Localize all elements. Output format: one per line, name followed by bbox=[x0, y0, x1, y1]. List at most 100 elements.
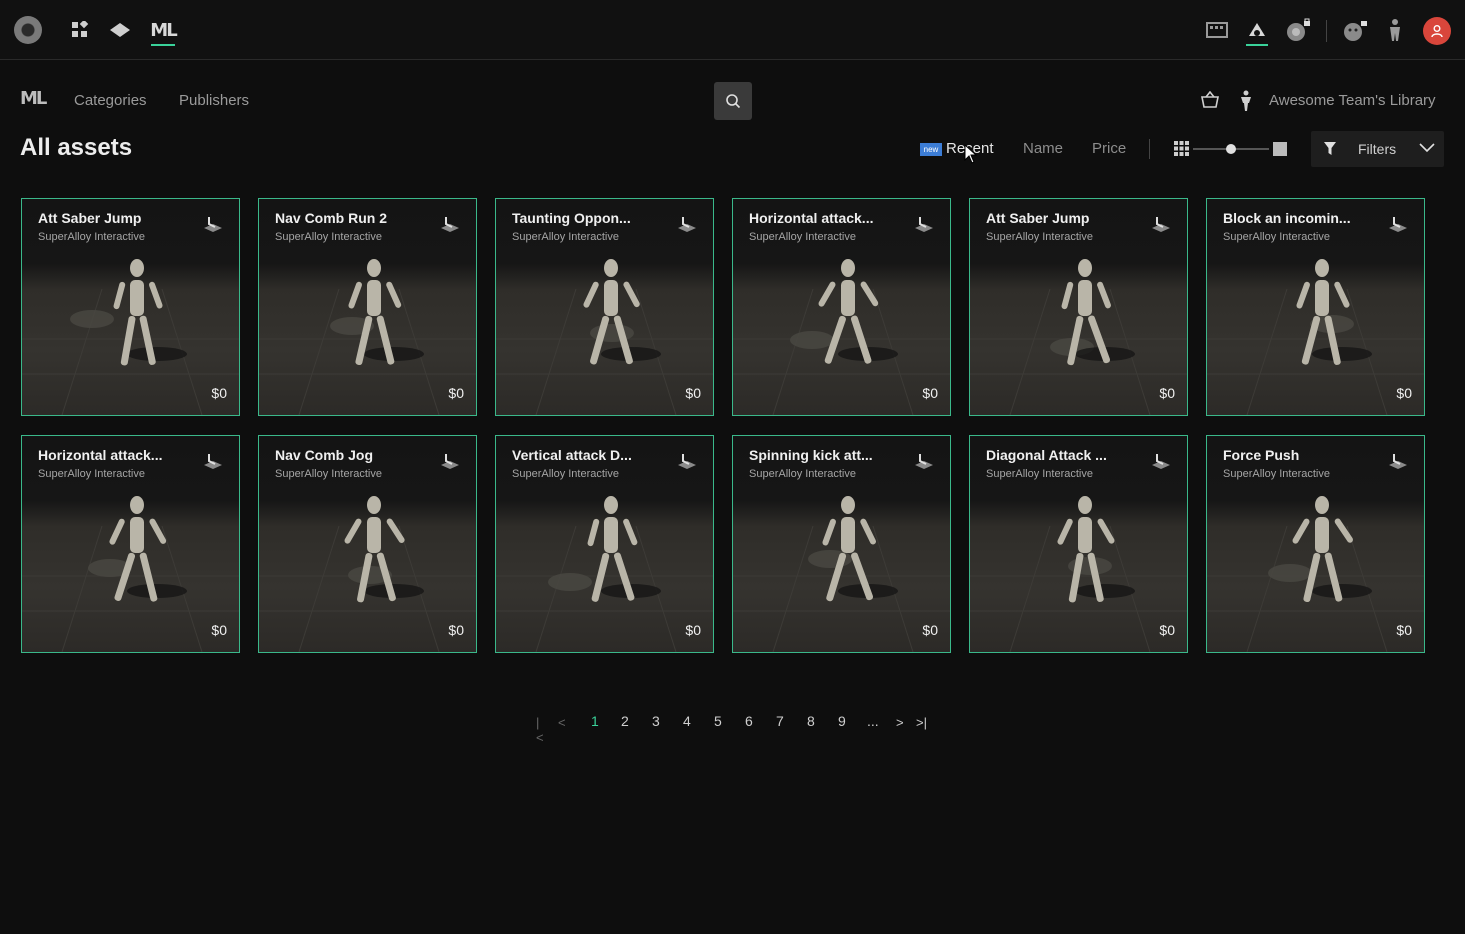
new-badge: new bbox=[920, 143, 942, 156]
last-page-icon[interactable]: >| bbox=[916, 715, 927, 730]
page-ellipsis: ... bbox=[867, 713, 879, 729]
face-lock-icon[interactable] bbox=[1341, 16, 1369, 44]
page-7[interactable]: 7 bbox=[776, 713, 784, 729]
page-8[interactable]: 8 bbox=[807, 713, 815, 729]
mannequin-figure bbox=[109, 496, 167, 602]
asset-card[interactable]: Taunting Oppon... SuperAlloy Interactive $… bbox=[495, 198, 714, 416]
asset-publisher: SuperAlloy Interactive bbox=[275, 231, 382, 243]
asset-price: $0 bbox=[448, 622, 464, 638]
asset-card[interactable]: Spinning kick att... SuperAlloy Interacti… bbox=[732, 435, 951, 653]
page-1[interactable]: 1 bbox=[591, 713, 599, 729]
asset-price: $0 bbox=[685, 385, 701, 401]
download-icon[interactable] bbox=[675, 452, 699, 470]
download-icon[interactable] bbox=[1149, 215, 1173, 233]
download-icon[interactable] bbox=[201, 452, 225, 470]
mannequin-figure bbox=[583, 259, 640, 365]
sphere-lock-icon[interactable] bbox=[1284, 16, 1312, 44]
asset-price: $0 bbox=[448, 385, 464, 401]
mannequin-figure bbox=[587, 496, 638, 602]
download-icon[interactable] bbox=[1386, 452, 1410, 470]
mannequin-figure bbox=[818, 259, 879, 364]
asset-price: $0 bbox=[1396, 385, 1412, 401]
filters-button[interactable]: Filters bbox=[1311, 131, 1444, 167]
page-5[interactable]: 5 bbox=[714, 713, 722, 729]
filters-label: Filters bbox=[1358, 141, 1397, 157]
basket-icon[interactable] bbox=[1200, 90, 1220, 114]
cloud-up-icon[interactable] bbox=[1243, 16, 1271, 44]
download-icon[interactable] bbox=[438, 215, 462, 233]
top-app-bar: ML bbox=[0, 0, 1465, 60]
asset-title: Nav Comb Run 2 bbox=[275, 210, 388, 226]
film-icon[interactable] bbox=[1203, 16, 1231, 44]
apps-grid-icon[interactable] bbox=[66, 16, 94, 44]
nav-link-categories[interactable]: Categories bbox=[74, 92, 147, 109]
figure-icon[interactable] bbox=[1381, 16, 1409, 44]
sort-name[interactable]: Name bbox=[1023, 140, 1063, 157]
large-tile-icon[interactable] bbox=[1273, 142, 1287, 156]
layers-icon[interactable] bbox=[106, 16, 134, 44]
first-page-icon[interactable]: |< bbox=[536, 715, 544, 745]
slider-thumb[interactable] bbox=[1226, 144, 1236, 154]
user-avatar-icon[interactable] bbox=[1423, 17, 1451, 45]
asset-card[interactable]: Nav Comb Run 2 SuperAlloy Interactive $0 bbox=[258, 198, 477, 416]
mannequin-figure bbox=[822, 496, 876, 602]
asset-title: Att Saber Jump bbox=[986, 210, 1090, 226]
library-selector[interactable]: Awesome Team's Library bbox=[1269, 92, 1436, 109]
asset-title: Att Saber Jump bbox=[38, 210, 142, 226]
search-button[interactable] bbox=[714, 82, 752, 120]
nav-link-publishers[interactable]: Publishers bbox=[179, 92, 249, 109]
filter-icon bbox=[1324, 142, 1336, 155]
download-icon[interactable] bbox=[912, 452, 936, 470]
page-9[interactable]: 9 bbox=[838, 713, 846, 729]
asset-card[interactable]: Diagonal Attack ... SuperAlloy Interactiv… bbox=[969, 435, 1188, 653]
asset-card[interactable]: Att Saber Jump SuperAlloy Interactive $0 bbox=[969, 198, 1188, 416]
download-icon[interactable] bbox=[675, 215, 699, 233]
download-icon[interactable] bbox=[1149, 452, 1173, 470]
asset-publisher: SuperAlloy Interactive bbox=[38, 231, 145, 243]
download-icon[interactable] bbox=[912, 215, 936, 233]
page-3[interactable]: 3 bbox=[652, 713, 660, 729]
asset-title: Spinning kick att... bbox=[749, 447, 873, 463]
page-6[interactable]: 6 bbox=[745, 713, 753, 729]
asset-publisher: SuperAlloy Interactive bbox=[749, 231, 856, 243]
download-icon[interactable] bbox=[201, 215, 225, 233]
asset-publisher: SuperAlloy Interactive bbox=[275, 468, 382, 480]
asset-price: $0 bbox=[685, 622, 701, 638]
asset-price: $0 bbox=[1396, 622, 1412, 638]
mannequin-figure bbox=[348, 259, 402, 366]
asset-title: Horizontal attack... bbox=[38, 447, 163, 463]
asset-title: Diagonal Attack ... bbox=[986, 447, 1107, 463]
asset-card[interactable]: Att Saber Jump SuperAlloy Interactive $0 bbox=[21, 198, 240, 416]
person-icon[interactable] bbox=[1238, 90, 1254, 117]
asset-card[interactable]: Horizontal attack... SuperAlloy Interacti… bbox=[732, 198, 951, 416]
asset-card[interactable]: Vertical attack D... SuperAlloy Interacti… bbox=[495, 435, 714, 653]
topbar-divider bbox=[1326, 20, 1327, 42]
next-page-icon[interactable]: > bbox=[896, 715, 904, 730]
circle-logo-icon[interactable] bbox=[14, 16, 42, 44]
asset-publisher: SuperAlloy Interactive bbox=[749, 468, 856, 480]
page-4[interactable]: 4 bbox=[683, 713, 691, 729]
asset-title: Taunting Oppon... bbox=[512, 210, 631, 226]
mouse-cursor-icon bbox=[964, 144, 978, 164]
search-icon bbox=[726, 94, 741, 109]
download-icon[interactable] bbox=[438, 452, 462, 470]
marketplace-logo[interactable]: ML bbox=[20, 88, 47, 109]
asset-title: Horizontal attack... bbox=[749, 210, 874, 226]
asset-price: $0 bbox=[922, 622, 938, 638]
asset-publisher: SuperAlloy Interactive bbox=[986, 468, 1093, 480]
ml-icon[interactable]: ML bbox=[149, 16, 177, 44]
asset-card[interactable]: Horizontal attack... SuperAlloy Interacti… bbox=[21, 435, 240, 653]
mannequin-figure bbox=[344, 496, 405, 603]
asset-price: $0 bbox=[1159, 385, 1175, 401]
asset-card[interactable]: Force Push SuperAlloy Interactive $0 bbox=[1206, 435, 1425, 653]
asset-price: $0 bbox=[211, 622, 227, 638]
prev-page-icon[interactable]: < bbox=[558, 715, 566, 730]
asset-card[interactable]: Nav Comb Jog SuperAlloy Interactive $0 bbox=[258, 435, 477, 653]
download-icon[interactable] bbox=[1386, 215, 1410, 233]
sort-price[interactable]: Price bbox=[1092, 140, 1126, 157]
sort-divider bbox=[1149, 139, 1150, 159]
page-2[interactable]: 2 bbox=[621, 713, 629, 729]
asset-card[interactable]: Block an incomin... SuperAlloy Interactiv… bbox=[1206, 198, 1425, 416]
small-grid-icon[interactable] bbox=[1174, 141, 1189, 161]
asset-title: Block an incomin... bbox=[1223, 210, 1351, 226]
